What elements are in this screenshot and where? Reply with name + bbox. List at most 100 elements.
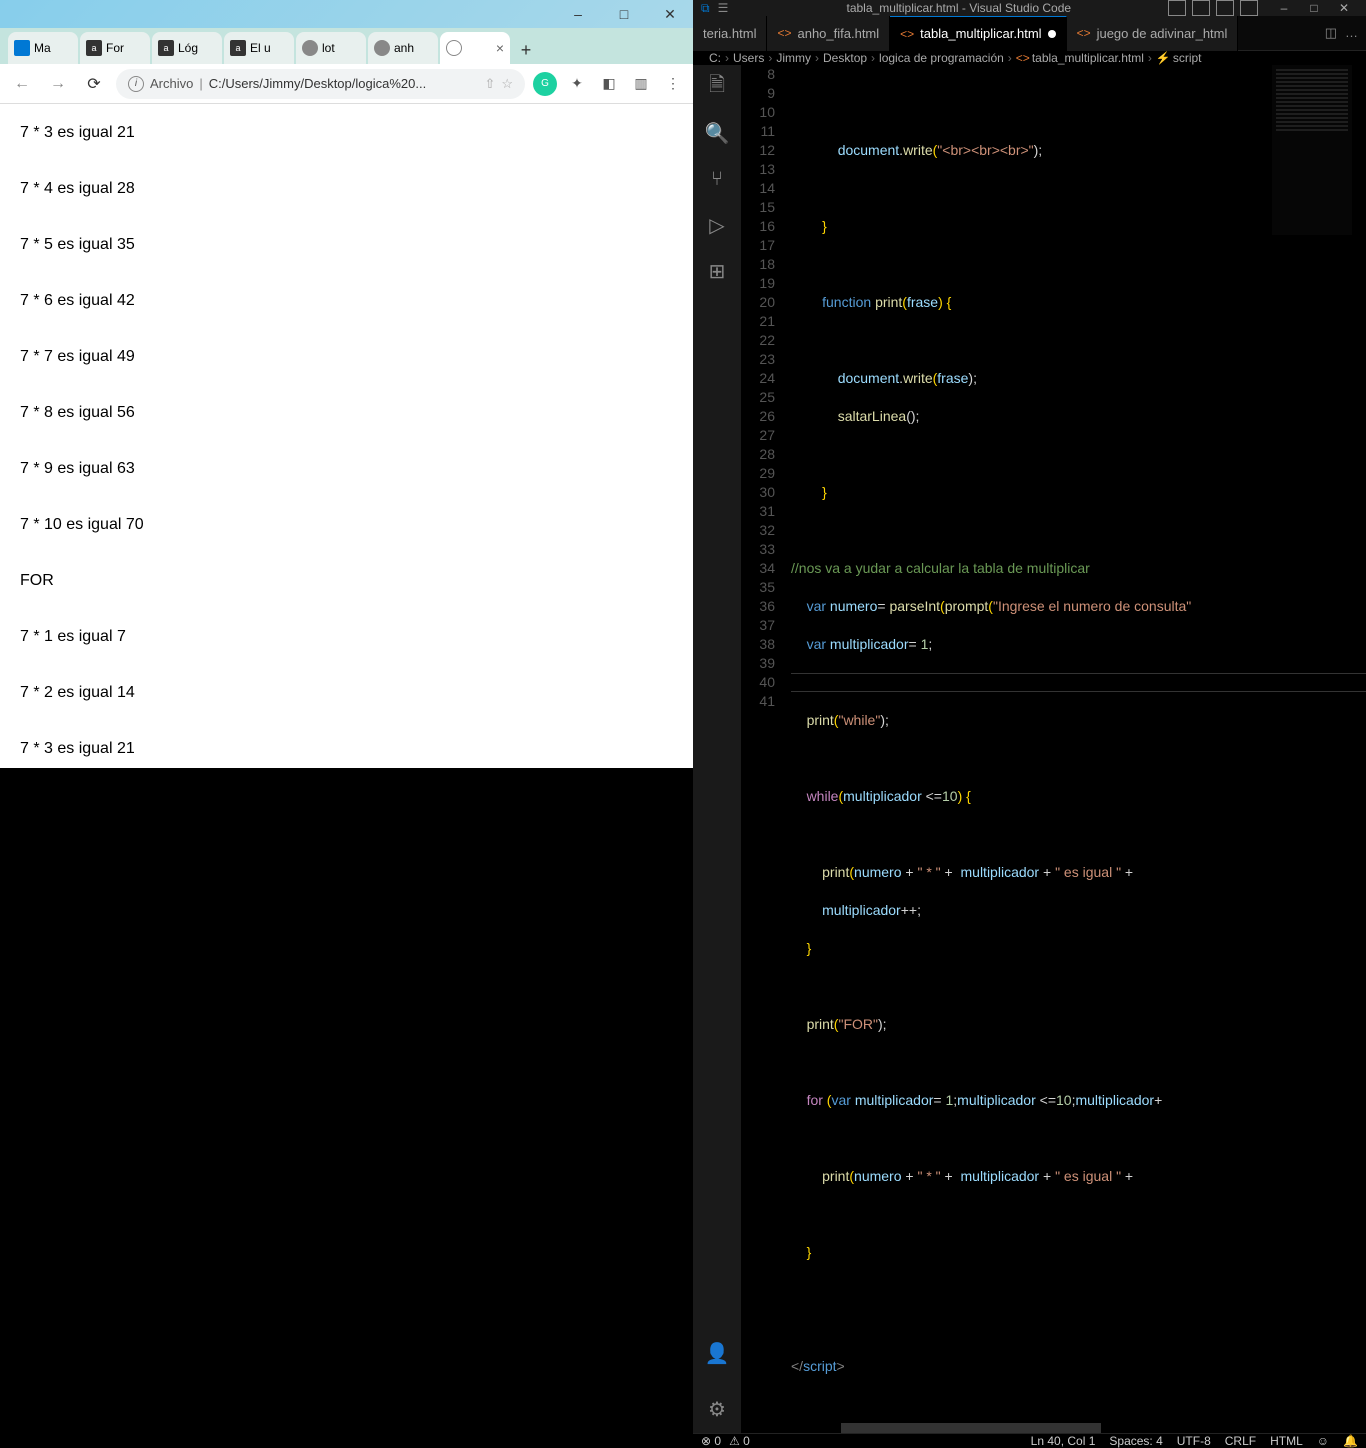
current-line-highlight (791, 673, 1366, 692)
menu-icon[interactable]: ⋮ (661, 72, 685, 96)
new-tab-button[interactable]: + (512, 36, 540, 64)
extensions-icon[interactable]: ⊞ (703, 257, 731, 285)
accounts-icon[interactable]: 👤 (703, 1339, 731, 1367)
status-warnings[interactable]: ⚠ 0 (729, 1434, 750, 1448)
globe-icon (302, 40, 318, 56)
status-indent[interactable]: Spaces: 4 (1109, 1434, 1162, 1448)
window-title: tabla_multiplicar.html - Visual Studio C… (750, 1, 1168, 15)
tab-close-icon[interactable]: × (496, 40, 504, 56)
output-line: 7 * 3 es igual 21 (20, 740, 673, 758)
line-gutter: 8910111213141516171819202122232425262728… (741, 65, 791, 1433)
tab-label: lot (322, 41, 335, 55)
browser-tab[interactable]: Ma (8, 32, 78, 64)
url-input[interactable]: i Archivo | C:/Users/Jimmy/Desktop/logic… (116, 69, 525, 99)
maximize-button[interactable]: □ (1300, 1, 1328, 15)
tab-label: Ma (34, 41, 51, 55)
url-path: C:/Users/Jimmy/Desktop/logica%20... (209, 76, 426, 91)
html-icon: <> (900, 27, 914, 41)
browser-tab[interactable]: lot (296, 32, 366, 64)
browser-titlebar: – □ ✕ (0, 0, 693, 28)
html-icon: <> (777, 26, 791, 40)
browser-tab[interactable]: aEl u (224, 32, 294, 64)
address-bar: ← → ⟳ i Archivo | C:/Users/Jimmy/Desktop… (0, 64, 693, 104)
code-editor[interactable]: 8910111213141516171819202122232425262728… (741, 65, 1366, 1433)
back-button[interactable]: ← (8, 70, 36, 98)
globe-icon (374, 40, 390, 56)
forward-button[interactable]: → (44, 70, 72, 98)
status-language[interactable]: HTML (1270, 1434, 1303, 1448)
extensions-icon[interactable]: ✦ (565, 72, 589, 96)
search-icon[interactable]: 🔍 (703, 119, 731, 147)
url-scheme: Archivo (150, 76, 193, 91)
output-line: 7 * 8 es igual 56 (20, 404, 673, 422)
code-area[interactable]: document.write("<br><br><br>"); } functi… (791, 65, 1366, 1433)
split-editor-icon[interactable]: ◫ (1325, 25, 1337, 41)
minimap[interactable] (1272, 65, 1352, 235)
editor-tab[interactable]: <>anho_fifa.html (767, 16, 890, 51)
vscode-titlebar: ⧉ ☰ tabla_multiplicar.html - Visual Stud… (693, 0, 1366, 16)
html-icon: <> (1077, 26, 1091, 40)
browser-window: – □ ✕ Ma a For a Lóg aEl u lot anh × + ← →… (0, 0, 693, 768)
status-errors[interactable]: ⊗ 0 (701, 1434, 721, 1448)
tab-actions: ◫ … (1317, 25, 1366, 41)
site-icon: a (86, 40, 102, 56)
source-control-icon[interactable]: ⑂ (703, 165, 731, 193)
close-button[interactable]: ✕ (647, 0, 693, 28)
settings-icon[interactable]: ⚙ (703, 1395, 731, 1423)
star-icon[interactable]: ☆ (501, 76, 513, 92)
output-line: 7 * 10 es igual 70 (20, 516, 673, 534)
status-encoding[interactable]: UTF-8 (1177, 1434, 1211, 1448)
scrollbar-thumb[interactable] (841, 1423, 1101, 1433)
layout-controls[interactable] (1168, 0, 1258, 16)
activity-bar: 🗎 🔍 ⑂ ▷ ⊞ 👤 ⚙ (693, 65, 741, 1433)
tab-label: El u (250, 41, 271, 55)
site-icon: a (158, 40, 174, 56)
browser-tab[interactable]: anh (368, 32, 438, 64)
output-line: 7 * 9 es igual 63 (20, 460, 673, 478)
output-line: 7 * 3 es igual 21 (20, 124, 673, 142)
status-bar: ⊗ 0 ⚠ 0 Ln 40, Col 1 Spaces: 4 UTF-8 CRL… (693, 1433, 1366, 1448)
more-actions-icon[interactable]: … (1345, 25, 1358, 41)
close-button[interactable]: ✕ (1330, 1, 1358, 15)
maximize-button[interactable]: □ (601, 0, 647, 28)
editor-tab-active[interactable]: <>tabla_multiplicar.html (890, 16, 1066, 51)
modified-indicator (1048, 30, 1056, 38)
vscode-logo-icon: ⧉ (701, 1, 710, 16)
status-eol[interactable]: CRLF (1225, 1434, 1256, 1448)
output-line: 7 * 6 es igual 42 (20, 292, 673, 310)
editor-tab[interactable]: <>juego de adivinar_html (1067, 16, 1239, 51)
horizontal-scrollbar[interactable] (841, 1423, 1352, 1433)
sidebar-icon[interactable]: ◧ (597, 72, 621, 96)
status-cursor[interactable]: Ln 40, Col 1 (1031, 1434, 1096, 1448)
menu-button[interactable]: ☰ (718, 1, 742, 15)
output-line: 7 * 2 es igual 14 (20, 684, 673, 702)
grammarly-icon[interactable]: G (533, 72, 557, 96)
feedback-icon[interactable]: ☺ (1317, 1434, 1329, 1448)
browser-tab[interactable]: a Lóg (152, 32, 222, 64)
debug-icon[interactable]: ▷ (703, 211, 731, 239)
tab-label: Lóg (178, 41, 198, 55)
browser-tabstrip: Ma a For a Lóg aEl u lot anh × + (0, 28, 693, 64)
document-icon (446, 40, 462, 56)
output-line: 7 * 4 es igual 28 (20, 180, 673, 198)
browser-tab-active[interactable]: × (440, 32, 510, 64)
tab-label: For (106, 41, 124, 55)
notifications-icon[interactable]: 🔔 (1343, 1434, 1358, 1448)
breadcrumbs[interactable]: C:› Users› Jimmy› Desktop› logica de pro… (693, 51, 1366, 65)
reading-list-icon[interactable]: ▥ (629, 72, 653, 96)
reload-button[interactable]: ⟳ (80, 70, 108, 98)
explorer-icon[interactable]: 🗎 (703, 73, 731, 101)
editor-tab[interactable]: teria.html (693, 16, 767, 51)
vscode-body: 🗎 🔍 ⑂ ▷ ⊞ 👤 ⚙ 89101112131415161718192021… (693, 65, 1366, 1433)
site-info-icon[interactable]: i (128, 76, 144, 92)
minimize-button[interactable]: – (1270, 1, 1298, 15)
output-line: 7 * 5 es igual 35 (20, 236, 673, 254)
share-icon[interactable]: ⇧ (484, 76, 495, 92)
window-controls: – □ ✕ (1270, 1, 1358, 15)
minimize-button[interactable]: – (555, 0, 601, 28)
output-line: 7 * 7 es igual 49 (20, 348, 673, 366)
editor-tabs: teria.html <>anho_fifa.html <>tabla_mult… (693, 16, 1366, 51)
browser-tab[interactable]: a For (80, 32, 150, 64)
outlook-icon (14, 40, 30, 56)
output-line: FOR (20, 572, 673, 590)
